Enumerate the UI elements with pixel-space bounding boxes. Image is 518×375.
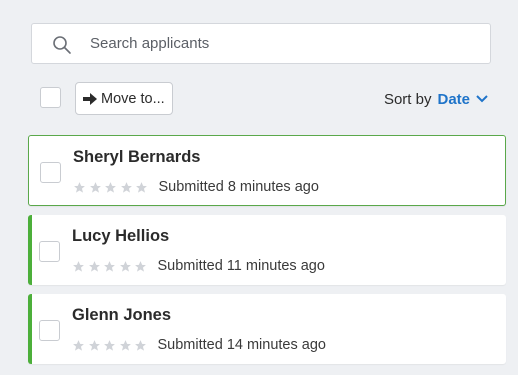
star-icon[interactable]	[73, 181, 86, 194]
star-icon[interactable]	[89, 181, 102, 194]
applicant-checkbox[interactable]	[39, 320, 60, 341]
star-icon[interactable]	[88, 339, 101, 352]
applicant-name[interactable]: Glenn Jones	[72, 306, 171, 325]
chevron-down-icon[interactable]	[476, 95, 488, 103]
submitted-time: Submitted 11 minutes ago	[157, 258, 325, 274]
search-bar[interactable]	[31, 23, 491, 64]
applicant-name[interactable]: Sheryl Bernards	[73, 148, 200, 167]
applicant-checkbox[interactable]	[39, 241, 60, 262]
arrow-right-icon	[83, 92, 97, 105]
applicant-card[interactable]: Sheryl Bernards Submitted 8 minutes ago	[28, 135, 506, 206]
sort-value[interactable]: Date	[437, 91, 470, 108]
applicant-checkbox[interactable]	[40, 162, 61, 183]
search-input[interactable]	[90, 24, 480, 63]
star-icon[interactable]	[103, 260, 116, 273]
star-icon[interactable]	[120, 181, 133, 194]
rating-stars[interactable]	[73, 181, 151, 194]
applicant-card[interactable]: Lucy Hellios Submitted 11 minutes ago	[28, 215, 506, 285]
star-icon[interactable]	[104, 181, 117, 194]
applicant-meta: Submitted 11 minutes ago	[72, 258, 325, 274]
star-icon[interactable]	[72, 339, 85, 352]
applicant-name[interactable]: Lucy Hellios	[72, 227, 169, 246]
star-icon[interactable]	[119, 339, 132, 352]
star-icon[interactable]	[103, 339, 116, 352]
search-icon	[53, 36, 71, 54]
applicant-meta: Submitted 8 minutes ago	[73, 179, 319, 195]
select-all-checkbox[interactable]	[40, 87, 61, 108]
star-icon[interactable]	[134, 260, 147, 273]
submitted-time: Submitted 14 minutes ago	[157, 337, 326, 353]
move-to-label: Move to...	[101, 90, 165, 107]
move-to-button[interactable]: Move to...	[75, 82, 173, 115]
star-icon[interactable]	[119, 260, 132, 273]
sort-control[interactable]: Sort by Date	[384, 89, 488, 109]
submitted-time: Submitted 8 minutes ago	[158, 179, 319, 195]
star-icon[interactable]	[135, 181, 148, 194]
rating-stars[interactable]	[72, 260, 150, 273]
sort-label: Sort by	[383, 90, 432, 108]
star-icon[interactable]	[134, 339, 147, 352]
star-icon[interactable]	[88, 260, 101, 273]
rating-stars[interactable]	[72, 339, 150, 352]
applicant-card[interactable]: Glenn Jones Submitted 14 minutes ago	[28, 294, 506, 364]
applicant-meta: Submitted 14 minutes ago	[72, 337, 326, 353]
star-icon[interactable]	[72, 260, 85, 273]
